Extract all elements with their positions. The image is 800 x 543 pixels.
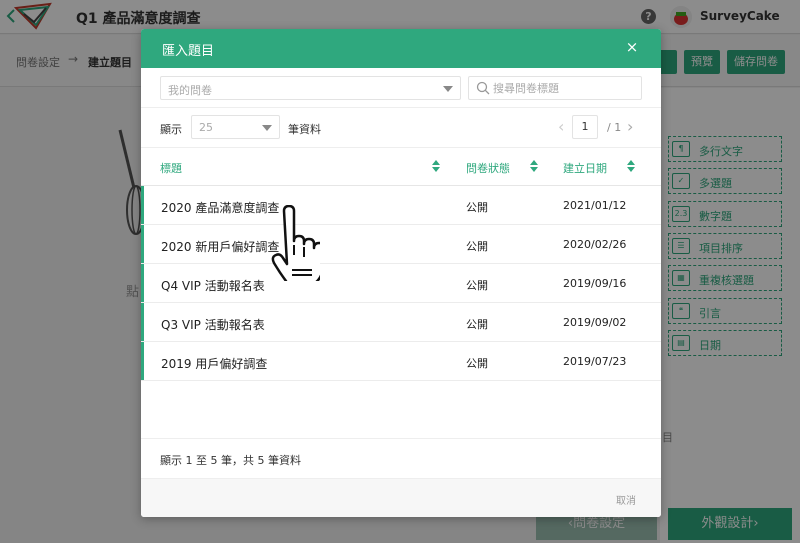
sort-icon[interactable]: [432, 160, 440, 172]
hand-pointer-icon: [271, 205, 320, 281]
survey-source-value: 我的問卷: [168, 84, 212, 97]
row-status: 公開: [466, 240, 488, 253]
current-page-input[interactable]: 1: [572, 115, 598, 139]
survey-source-select[interactable]: 我的問卷: [160, 76, 461, 100]
divider: [141, 107, 661, 108]
row-title: 2020 產品滿意度調查: [161, 201, 280, 215]
row-status: 公開: [466, 357, 488, 370]
table-row[interactable]: Q4 VIP 活動報名表 公開 2019/09/16: [141, 264, 661, 303]
sort-icon[interactable]: [627, 160, 635, 172]
table-row[interactable]: Q3 VIP 活動報名表 公開 2019/09/02: [141, 303, 661, 342]
modal-header: 匯入題目 ×: [141, 29, 661, 68]
row-accent-bar: [141, 264, 144, 302]
row-title: Q3 VIP 活動報名表: [161, 318, 265, 332]
row-accent-bar: [141, 225, 144, 263]
table-row[interactable]: 2019 用戶偏好調查 公開 2019/07/23: [141, 342, 661, 381]
row-status: 公開: [466, 201, 488, 214]
row-title: 2019 用戶偏好調查: [161, 357, 268, 371]
table-row[interactable]: 2020 新用戶偏好調查 公開 2020/02/26: [141, 225, 661, 264]
chevron-down-icon: [262, 125, 272, 131]
column-header-created[interactable]: 建立日期: [563, 160, 607, 176]
row-title: 2020 新用戶偏好調查: [161, 240, 280, 254]
prev-page-icon[interactable]: ‹: [558, 118, 570, 136]
modal-title: 匯入題目: [162, 44, 215, 59]
row-accent-bar: [141, 186, 144, 224]
import-questions-modal: 匯入題目 × 我的問卷 顯示 25 筆資料 ‹ 1 / 1 › 標題 問卷狀態 …: [141, 29, 661, 517]
divider: [141, 147, 661, 148]
records-label: 筆資料: [288, 123, 321, 136]
row-date: 2021/01/12: [563, 199, 627, 212]
row-status: 公開: [466, 318, 488, 331]
page-size-select[interactable]: 25: [191, 115, 280, 139]
row-accent-bar: [141, 303, 144, 341]
column-header-status[interactable]: 問卷狀態: [466, 160, 510, 176]
pagination-summary: 顯示 1 至 5 筆，共 5 筆資料: [160, 454, 301, 467]
column-header-title[interactable]: 標題: [160, 160, 182, 176]
table-row[interactable]: 2020 產品滿意度調查 公開 2021/01/12: [141, 186, 661, 225]
row-accent-bar: [141, 342, 144, 380]
total-pages: / 1: [607, 121, 622, 134]
row-date: 2020/02/26: [563, 238, 627, 251]
row-date: 2019/09/16: [563, 277, 627, 290]
show-label: 顯示: [160, 123, 182, 136]
row-date: 2019/09/02: [563, 316, 627, 329]
sort-icon[interactable]: [530, 160, 538, 172]
next-page-icon[interactable]: ›: [627, 118, 639, 136]
divider: [141, 438, 661, 439]
row-status: 公開: [466, 279, 488, 292]
modal-footer: 取消: [141, 478, 661, 517]
cancel-button[interactable]: 取消: [616, 492, 636, 507]
search-icon: [476, 81, 490, 95]
chevron-down-icon: [443, 86, 453, 92]
page-size-value: 25: [199, 121, 213, 134]
close-icon[interactable]: ×: [623, 38, 641, 56]
search-input[interactable]: [493, 80, 638, 96]
row-date: 2019/07/23: [563, 355, 627, 368]
row-title: Q4 VIP 活動報名表: [161, 279, 265, 293]
search-box[interactable]: [468, 76, 642, 100]
